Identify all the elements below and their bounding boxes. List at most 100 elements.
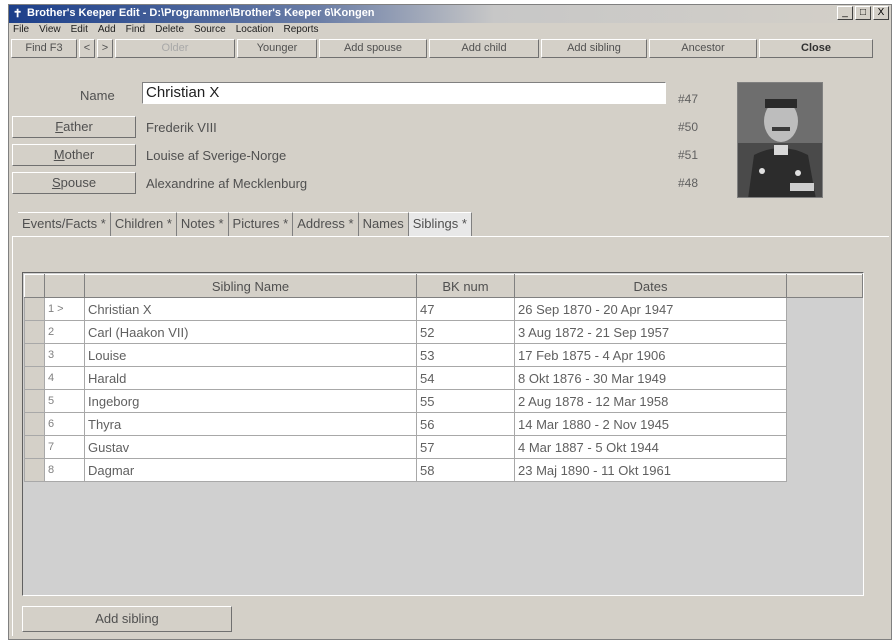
row-selector[interactable] [24,389,45,413]
menu-add[interactable]: Add [98,24,116,38]
menu-reports[interactable]: Reports [284,24,319,38]
dates-cell[interactable]: 2 Aug 1878 - 12 Mar 1958 [514,389,787,413]
row-selector[interactable] [24,435,45,459]
dates-cell[interactable]: 3 Aug 1872 - 21 Sep 1957 [514,320,787,344]
spouse-name: Alexandrine af Mecklenburg [146,176,308,191]
tab-names[interactable]: Names [358,212,409,236]
row-selector[interactable] [24,412,45,436]
tab-address[interactable]: Address * [293,212,359,236]
table-row[interactable]: 5 Ingeborg 55 2 Aug 1878 - 12 Mar 1958 [24,389,863,413]
add-sibling-button[interactable]: Add sibling [22,606,232,632]
find-button[interactable]: Find F3 [11,39,77,58]
dates-cell[interactable]: 26 Sep 1870 - 20 Apr 1947 [514,297,787,321]
bk-num-cell[interactable]: 56 [416,412,515,436]
sibling-name-cell[interactable]: Gustav [84,435,417,459]
close-button[interactable]: Close [759,39,873,58]
maximize-button[interactable]: □ [855,6,871,20]
mother-button[interactable]: Mother [12,144,136,166]
sibling-name-cell[interactable]: Dagmar [84,458,417,482]
row-selector[interactable] [24,366,45,390]
row-index: 5 [44,389,85,413]
row-index: 8 [44,458,85,482]
tab-notes[interactable]: Notes * [176,212,229,236]
dates-cell[interactable]: 23 Maj 1890 - 11 Okt 1961 [514,458,787,482]
index-header [44,274,85,298]
table-row[interactable]: 3 Louise 53 17 Feb 1875 - 4 Apr 1906 [24,343,863,367]
empty-cell [786,343,863,367]
bk-num-cell[interactable]: 55 [416,389,515,413]
bk-num-cell[interactable]: 58 [416,458,515,482]
dates-header[interactable]: Dates [514,274,787,298]
sibling-name-cell[interactable]: Ingeborg [84,389,417,413]
add-spouse-button[interactable]: Add spouse [319,39,427,58]
father-bk-number: #50 [678,120,699,134]
toolbar: Find F3 < > Older Younger Add spouse Add… [11,39,891,59]
bk-num-cell[interactable]: 54 [416,366,515,390]
add-sibling-toolbar-button[interactable]: Add sibling [541,39,647,58]
sibling-name-cell[interactable]: Carl (Haakon VII) [84,320,417,344]
dates-cell[interactable]: 17 Feb 1875 - 4 Apr 1906 [514,343,787,367]
table-row[interactable]: 7 Gustav 57 4 Mar 1887 - 5 Okt 1944 [24,435,863,459]
app-icon: ✝ [13,8,23,20]
row-index: 6 [44,412,85,436]
add-child-button[interactable]: Add child [429,39,539,58]
table-row[interactable]: 4 Harald 54 8 Okt 1876 - 30 Mar 1949 [24,366,863,390]
menu-edit[interactable]: Edit [71,24,88,38]
bk-num-cell[interactable]: 57 [416,435,515,459]
father-button[interactable]: Father [12,116,136,138]
menu-location[interactable]: Location [236,24,274,38]
bk-num-header[interactable]: BK num [416,274,515,298]
portrait-image[interactable] [737,82,823,198]
bk-num-cell[interactable]: 47 [416,297,515,321]
sibling-name-cell[interactable]: Christian X [84,297,417,321]
name-label: Name [80,88,115,103]
table-row[interactable]: 6 Thyra 56 14 Mar 1880 - 2 Nov 1945 [24,412,863,436]
row-selector[interactable] [24,297,45,321]
row-index: 2 [44,320,85,344]
title-bar[interactable]: ✝ Brother's Keeper Edit - D:\Programmer\… [9,5,891,23]
dates-cell[interactable]: 4 Mar 1887 - 5 Okt 1944 [514,435,787,459]
table-header-row: Sibling Name BK num Dates [24,274,863,298]
tab-children[interactable]: Children * [110,212,177,236]
table-row[interactable]: 8 Dagmar 58 23 Maj 1890 - 11 Okt 1961 [24,458,863,482]
younger-button[interactable]: Younger [237,39,317,58]
tab-siblings[interactable]: Siblings * [408,212,472,236]
row-index: 4 [44,366,85,390]
dates-cell[interactable]: 8 Okt 1876 - 30 Mar 1949 [514,366,787,390]
empty-cell [786,297,863,321]
previous-button[interactable]: < [79,39,95,58]
table-row[interactable]: 1 > Christian X 47 26 Sep 1870 - 20 Apr … [24,297,863,321]
sibling-name-cell[interactable]: Harald [84,366,417,390]
row-selector[interactable] [24,320,45,344]
menu-file[interactable]: File [13,24,29,38]
father-button-label: ather [63,119,93,134]
sibling-name-header[interactable]: Sibling Name [84,274,417,298]
minimize-button[interactable]: _ [837,6,853,20]
bk-num-cell[interactable]: 53 [416,343,515,367]
tab-events-facts[interactable]: Events/Facts * [18,212,111,236]
sibling-name-cell[interactable]: Thyra [84,412,417,436]
empty-cell [786,412,863,436]
older-button[interactable]: Older [115,39,235,58]
name-field[interactable]: Christian X [142,82,666,104]
row-selector[interactable] [24,343,45,367]
menu-find[interactable]: Find [126,24,145,38]
dates-cell[interactable]: 14 Mar 1880 - 2 Nov 1945 [514,412,787,436]
menu-view[interactable]: View [39,24,61,38]
row-index: 3 [44,343,85,367]
table-row[interactable]: 2 Carl (Haakon VII) 52 3 Aug 1872 - 21 S… [24,320,863,344]
menu-source[interactable]: Source [194,24,226,38]
close-window-button[interactable]: X [873,6,889,20]
person-bk-number: #47 [678,92,699,106]
row-selector[interactable] [24,458,45,482]
bk-num-cell[interactable]: 52 [416,320,515,344]
window-controls: _ □ X [837,6,889,20]
spouse-button-label: pouse [60,175,97,190]
tab-strip: Events/Facts * Children * Notes * Pictur… [18,212,472,236]
sibling-name-cell[interactable]: Louise [84,343,417,367]
spouse-button[interactable]: Spouse [12,172,136,194]
tab-pictures[interactable]: Pictures * [228,212,294,236]
ancestor-button[interactable]: Ancestor [649,39,757,58]
next-button[interactable]: > [97,39,113,58]
menu-delete[interactable]: Delete [155,24,184,38]
